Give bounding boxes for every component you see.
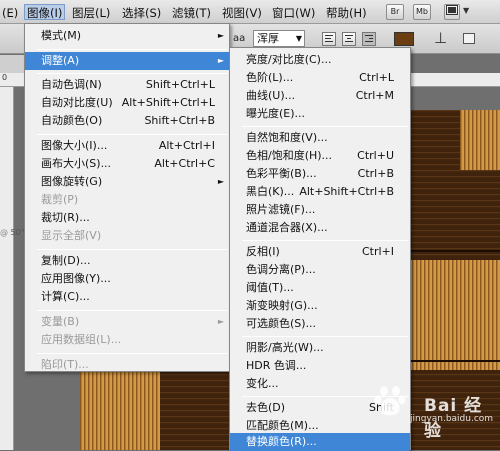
- menu-item-replace-color[interactable]: 替换颜色(R)...: [230, 433, 410, 451]
- menu-item-reveal-all: 显示全部(V): [41, 229, 102, 242]
- menu-item-variables: 变量(B) ►: [25, 313, 229, 331]
- menu-window[interactable]: 窗口(W): [272, 5, 315, 21]
- submenu-arrow-icon: ►: [217, 177, 224, 186]
- align-left-icon[interactable]: [322, 32, 336, 46]
- submenu-arrow-icon: ►: [217, 31, 224, 40]
- menu-item-threshold[interactable]: 阈值(T)...: [230, 279, 410, 297]
- baidu-jingyan-watermark: Bai 经验 jingyan.baidu.com: [362, 383, 500, 441]
- menu-separator: [37, 49, 227, 50]
- menu-item-gradient-map[interactable]: 渐变映射(G)...: [230, 297, 410, 315]
- menu-item-posterize[interactable]: 色调分离(P)...: [230, 261, 410, 279]
- menu-item-auto-contrast[interactable]: 自动对比度(U) Alt+Shift+Ctrl+L: [25, 94, 229, 112]
- menu-item-auto-color[interactable]: 自动颜色(O) Shift+Ctrl+B: [25, 112, 229, 130]
- menu-item-levels[interactable]: 色阶(L)... Ctrl+L: [230, 69, 410, 87]
- menu-edit[interactable]: (E): [2, 5, 18, 21]
- menu-item-mode[interactable]: 模式(M) ►: [25, 27, 229, 45]
- menu-item-shadows-highlights[interactable]: 阴影/高光(W)...: [230, 339, 410, 357]
- ruler-vertical: [0, 87, 14, 450]
- menu-item-vibrance[interactable]: 自然饱和度(V)...: [230, 129, 410, 147]
- menu-item-photo-filter[interactable]: 照片滤镜(F)...: [230, 201, 410, 219]
- bridge-button[interactable]: Br: [386, 4, 404, 20]
- submenu-arrow-icon: ►: [217, 317, 224, 326]
- align-center-icon[interactable]: [342, 32, 356, 46]
- menu-item-canvas-size[interactable]: 画布大小(S)... Alt+Ctrl+C: [25, 155, 229, 173]
- submenu-arrow-icon: ►: [217, 56, 224, 65]
- menu-item-image-rotation[interactable]: 图像旋转(G) ►: [25, 173, 229, 191]
- menu-item-curves[interactable]: 曲线(U)... Ctrl+M: [230, 87, 410, 105]
- menu-item-image-size[interactable]: 图像大小(I)... Alt+Ctrl+I: [25, 137, 229, 155]
- menu-item-trim[interactable]: 裁切(R)...: [25, 209, 229, 227]
- text-color-swatch[interactable]: [394, 32, 414, 46]
- menu-item-duplicate[interactable]: 复制(D)...: [25, 252, 229, 270]
- menu-item-color-balance[interactable]: 色彩平衡(B)... Ctrl+B: [230, 165, 410, 183]
- font-style-value: 浑厚: [257, 32, 279, 45]
- chevron-down-icon: ▼: [295, 34, 302, 43]
- menu-layer[interactable]: 图层(L): [72, 5, 110, 21]
- menu-item-channel-mixer[interactable]: 通道混合器(X)...: [230, 219, 410, 237]
- menu-item-exposure[interactable]: 曝光度(E)...: [230, 105, 410, 123]
- menu-separator: [242, 240, 408, 241]
- menu-item-trap: 陷印(T)...: [41, 358, 89, 371]
- menu-separator: [37, 310, 227, 311]
- character-panel-icon[interactable]: [463, 33, 475, 44]
- menu-item-black-white[interactable]: 黑白(K)... Alt+Shift+Ctrl+B: [230, 183, 410, 201]
- font-style-icon: aa: [233, 33, 246, 44]
- menu-separator: [37, 73, 227, 74]
- watermark-url: jingyan.baidu.com: [410, 414, 494, 424]
- menu-item-hue-saturation[interactable]: 色相/饱和度(H)... Ctrl+U: [230, 147, 410, 165]
- ruler-tick: 0: [2, 73, 8, 82]
- menu-view[interactable]: 视图(V): [222, 5, 262, 21]
- screen-mode-caret-icon[interactable]: ▼: [463, 6, 469, 15]
- menu-separator: [37, 249, 227, 250]
- menu-item-calculations[interactable]: 计算(C)...: [25, 288, 229, 306]
- menu-item-invert[interactable]: 反相(I) Ctrl+I: [230, 243, 410, 261]
- menu-help[interactable]: 帮助(H): [326, 5, 367, 21]
- image-menu: 模式(M) ► 调整(A) ► 自动色调(N) Shift+Ctrl+L 自动对…: [24, 23, 230, 372]
- menu-item-auto-tone[interactable]: 自动色调(N) Shift+Ctrl+L: [25, 76, 229, 94]
- menu-filter[interactable]: 滤镜(T): [172, 5, 211, 21]
- menu-item-crop: 裁剪(P): [41, 193, 79, 206]
- menu-bar: (E) 图像(I) 图层(L) 选择(S) 滤镜(T) 视图(V) 窗口(W) …: [0, 0, 500, 24]
- menu-item-hdr-toning[interactable]: HDR 色调...: [230, 357, 410, 375]
- screen-mode-icon[interactable]: [444, 4, 460, 20]
- menu-select[interactable]: 选择(S): [122, 5, 161, 21]
- menu-image[interactable]: 图像(I): [24, 4, 66, 20]
- zoom-label: @ 50°: [0, 228, 25, 237]
- menu-item-adjust[interactable]: 调整(A) ►: [25, 52, 229, 70]
- minibridge-button[interactable]: Mb: [413, 4, 431, 20]
- menu-item-apply-data-set: 应用数据组(L)...: [41, 333, 122, 346]
- align-right-icon[interactable]: [362, 32, 376, 46]
- menu-item-apply-image[interactable]: 应用图像(Y)...: [25, 270, 229, 288]
- menu-item-selective-color[interactable]: 可选颜色(S)...: [230, 315, 410, 333]
- font-style-select[interactable]: 浑厚 ▼: [253, 30, 305, 47]
- menu-separator: [242, 126, 408, 127]
- menu-item-brightness-contrast[interactable]: 亮度/对比度(C)...: [230, 51, 410, 69]
- menu-separator: [242, 336, 408, 337]
- warp-text-icon[interactable]: ⊥: [434, 29, 447, 47]
- menu-separator: [37, 353, 227, 354]
- menu-separator: [37, 134, 227, 135]
